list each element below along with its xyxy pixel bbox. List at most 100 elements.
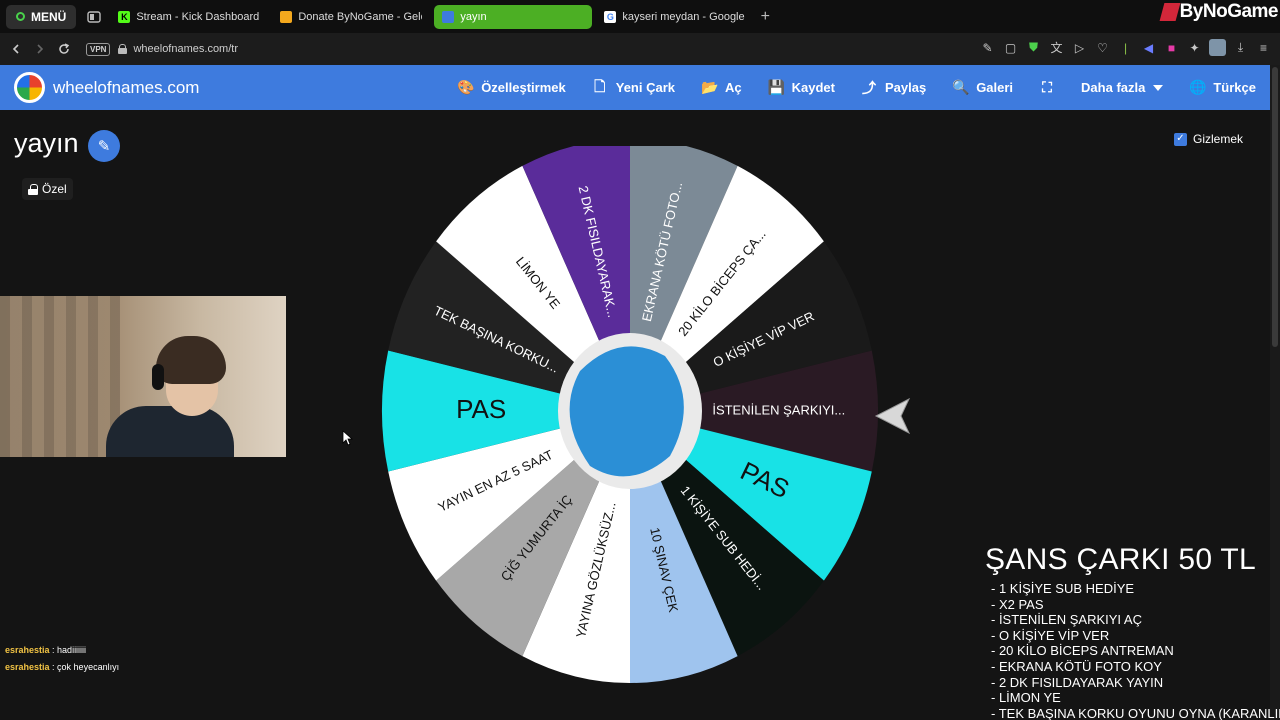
browser-tab-label: yayın [460,10,487,23]
spin-wheel[interactable]: İSTENİLEN ŞARKIYI...PAS1 KİŞİYE SUB HEDİ… [380,146,890,686]
private-label: Özel [42,182,67,196]
prize-item: - 2 DK FISILDAYARAK YAYIN [991,674,1164,690]
browser-tab[interactable]: yayın [434,4,593,29]
browser-menu-icon[interactable]: ≡ [1255,39,1272,56]
header-menu-item[interactable]: 🔍 Galeri [952,79,1013,96]
url-field[interactable]: wheelofnames.com/tr [118,43,238,55]
chat-message: esrahestia : hadiiiiiii [5,642,119,659]
tab-favicon-icon: K [118,10,131,23]
padlock-icon [28,183,38,195]
header-menu-item[interactable]: 🎨 Özelleştirmek [457,79,566,96]
site-name[interactable]: wheelofnames.com [53,78,199,98]
browser-tab-label: Stream - Kick Dashboard [136,10,260,23]
bynogame-mark-icon [1159,3,1180,21]
fullscreen-icon: ⛶ [1042,79,1052,95]
snapshot-icon[interactable]: ▢ [1002,39,1019,56]
new-tab-button[interactable]: + [754,6,776,28]
chat-message: esrahestia : çok heyecanlıyı [5,659,119,676]
header-menu-label: Galeri [976,80,1014,95]
search-icon: 🔍 [952,79,970,95]
header-menu-label: Yeni Çark [615,80,675,95]
shield-icon[interactable]: ⛊ [1025,39,1042,56]
globe-icon: 🌐 [1189,79,1207,95]
browser-tabs: K Stream - Kick Dashboard Donate ByNoGame … [110,4,754,29]
prize-item: - 1 KİŞİYE SUB HEDİYE [991,581,1135,596]
wheel-center-image [569,346,684,477]
stream-chat: esrahestia : hadiiiiiii esrahestia : çok … [5,642,119,676]
header-menu-label: Aç [725,80,742,95]
wheel-segment-label: İSTENİLEN ŞARKIYI... [712,402,845,417]
header-menu-item[interactable]: Daha fazla [1081,80,1164,95]
vpn-badge[interactable]: VPN [86,42,111,56]
browser-tab-label: kayseri meydan - Google [622,10,745,23]
header-menu-item[interactable]: 🌐 Türkçe [1189,79,1256,96]
webcam-curtain [0,296,120,457]
speaker-icon[interactable]: ◀ [1140,39,1157,56]
prize-title: ŞANS ÇARKI 50 TL [985,543,1257,576]
chat-sep: : [49,662,58,672]
puzzle-icon[interactable]: ✦ [1186,39,1203,56]
divider-icon: | [1123,40,1128,55]
extension-icons: ✎ ▢ ⛊ 文 ▷ ♡ | ◀ ■ ✦ ⤓ ≡ [979,39,1272,56]
document-icon: 🗋 [594,77,606,94]
tab-favicon-icon [442,10,455,23]
edit-title-button[interactable]: ✎ [88,130,120,162]
wheel-pointer-icon [874,397,911,435]
sidebar-toggle-icon[interactable] [82,5,106,29]
hide-toggle[interactable]: ✓ Gizlemek [1174,132,1243,146]
hide-checkbox[interactable]: ✓ [1174,132,1187,146]
forward-icon[interactable] [30,39,50,59]
site-header: wheelofnames.com 🎨 Özelleştirmek 🗋 Yeni Çar… [0,65,1270,110]
header-menu-label: Kaydet [791,80,835,95]
header-menu: 🎨 Özelleştirmek 🗋 Yeni Çark 📂 Aç 💾 Kaydet ⤴ Payla… [457,65,1256,110]
header-menu-item[interactable]: ⛶ [1039,79,1055,96]
browser-tab[interactable]: Donate ByNoGame - Gele [272,5,430,29]
back-icon[interactable] [6,39,26,59]
tab-favicon-icon [280,10,293,23]
chat-user: esrahestia [5,645,50,655]
prize-item: - EKRANA KÖTÜ FOTO KOY [991,658,1162,674]
download-icon[interactable]: ⤓ [1232,39,1249,56]
chat-msg: hadiiiiiii [57,645,87,655]
wheel-segment-label: PAS [456,394,506,424]
chat-user: esrahestia [5,662,50,672]
browser-menu-button[interactable]: MENÜ [6,4,77,29]
wheelofnames-logo-icon[interactable] [14,72,45,103]
caret-down-icon [1153,84,1164,91]
header-menu-item[interactable]: 💾 Kaydet [768,79,835,96]
wheel-title: yayın [14,128,79,158]
save-icon: 💾 [767,79,786,95]
browser-tab[interactable]: K Stream - Kick Dashboard [110,5,268,29]
bynogame-logo-text: ByNoGame [1179,1,1279,22]
chat-sep: : [49,645,58,655]
screen: MENÜ K Stream - Kick Dashboard Donate ByNo… [0,0,1280,720]
browser-tabstrip: MENÜ K Stream - Kick Dashboard Donate ByNo… [0,0,1280,33]
hide-label: Gizlemek [1193,132,1244,146]
webcam-person [106,334,234,457]
tab-favicon-icon: G [604,10,617,23]
prize-item: - LİMON YE [991,690,1061,706]
pin-icon[interactable]: ✎ [979,39,996,56]
extension-pink-icon[interactable]: ■ [1163,39,1180,56]
browser-menu-label: MENÜ [31,9,67,24]
profile-avatar[interactable] [1209,39,1226,56]
reload-icon[interactable] [54,39,74,59]
share-icon: ⤴ [861,79,876,96]
header-menu-item[interactable]: 📂 Aç [701,79,742,96]
header-menu-label: Daha fazla [1081,80,1146,95]
folder-icon: 📂 [701,79,719,95]
address-bar: VPN wheelofnames.com/tr ✎ ▢ ⛊ 文 ▷ ♡ | ◀ … [0,33,1280,65]
prize-item: - X2 PAS [991,596,1044,612]
opera-logo-icon [16,12,25,21]
prize-item: - O KİŞİYE VİP VER [991,627,1110,643]
prize-list: - 1 KİŞİYE SUB HEDİYE - X2 PAS - İSTENİLEN… [991,581,1280,720]
header-menu-item[interactable]: 🗋 Yeni Çark [592,76,675,100]
prize-item: - 20 KİLO BİCEPS ANTREMAN [991,643,1174,659]
webcam-overlay [0,296,286,457]
header-menu-item[interactable]: ⤴ Paylaş [861,78,926,98]
translate-icon[interactable]: 文 [1048,39,1065,56]
heart-icon[interactable]: ♡ [1094,39,1111,56]
browser-tab[interactable]: Gkayseri meydan - Google [596,5,754,29]
play-icon[interactable]: ▷ [1071,39,1088,56]
private-badge[interactable]: Özel [22,178,73,200]
